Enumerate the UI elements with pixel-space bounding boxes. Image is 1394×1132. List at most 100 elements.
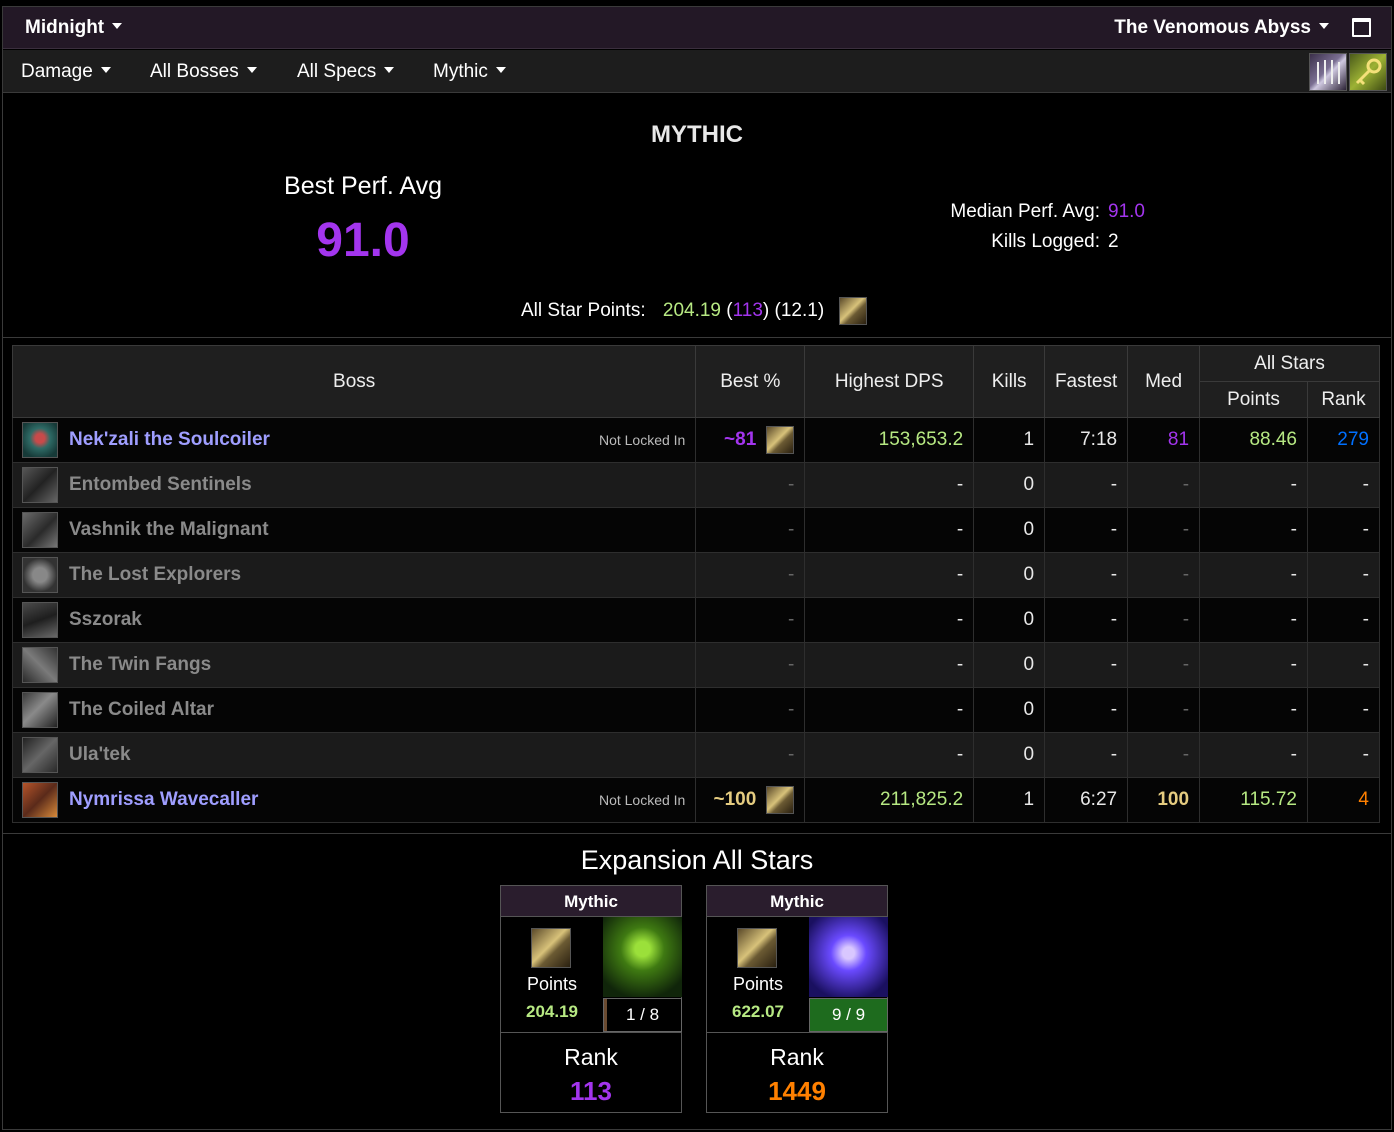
kills-cell: 0 [973, 732, 1046, 778]
table-row[interactable]: Entombed Sentinels - - 0 - - - - [11, 462, 1381, 508]
points-cell: - [1199, 597, 1308, 643]
median-perf-label: Median Perf. Avg: [950, 201, 1100, 222]
locked-status: Not Locked In [598, 792, 686, 808]
boss-name-link[interactable]: The Coiled Altar [69, 699, 214, 720]
col-points[interactable]: Points [1199, 381, 1308, 418]
kills-cell: 0 [973, 687, 1046, 733]
expansion-dropdown[interactable]: Midnight [25, 17, 123, 39]
best-percent-cell: - [695, 597, 806, 643]
progress-bar: 1 / 8 [603, 998, 682, 1032]
best-percent-cell: - [695, 507, 806, 553]
chevron-down-icon [384, 66, 395, 73]
fastest-cell: - [1044, 687, 1129, 733]
col-kills[interactable]: Kills [973, 345, 1046, 418]
fastest-cell: - [1044, 642, 1129, 688]
expansion-label: Midnight [25, 17, 105, 38]
col-fastest[interactable]: Fastest [1044, 345, 1129, 418]
table-row[interactable]: Ula'tek - - 0 - - - - [11, 732, 1381, 778]
boss-cell: Nymrissa Wavecaller Not Locked In [11, 777, 697, 823]
col-dps[interactable]: Highest DPS [804, 345, 975, 418]
table-row[interactable]: Nek'zali the Soulcoiler Not Locked In ~8… [11, 417, 1381, 463]
difficulty-dropdown[interactable]: Mythic [433, 61, 506, 83]
rank-cell[interactable]: 279 [1306, 417, 1381, 463]
boss-cell: Entombed Sentinels [11, 462, 697, 508]
boss-name-link[interactable]: Nymrissa Wavecaller [69, 789, 258, 810]
boss-name-link[interactable]: Sszorak [69, 609, 142, 630]
zone-image [809, 917, 888, 997]
table-row[interactable]: The Lost Explorers - - 0 - - - - [11, 552, 1381, 598]
boss-name-link[interactable]: The Lost Explorers [69, 564, 241, 585]
key-icon[interactable] [1349, 53, 1387, 91]
divider [3, 337, 1391, 338]
rank-cell: - [1306, 732, 1381, 778]
table-row[interactable]: The Twin Fangs - - 0 - - - - [11, 642, 1381, 688]
boss-portrait-icon [22, 467, 58, 503]
highest-dps-cell: - [804, 687, 975, 733]
zone-image [603, 917, 682, 997]
all-star-points: All Star Points: 204.19 (113) (12.1) [521, 297, 868, 325]
metric-dropdown[interactable]: Damage [21, 61, 111, 83]
boss-cell: Ula'tek [11, 732, 697, 778]
table-row[interactable]: Vashnik the Malignant - - 0 - - - - [11, 507, 1381, 553]
table-row[interactable]: The Coiled Altar - - 0 - - - - [11, 687, 1381, 733]
boss-name-link[interactable]: Ula'tek [69, 744, 131, 765]
rankings-panel: Midnight The Venomous Abyss Damage All B… [2, 6, 1392, 1130]
rank-cell: - [1306, 597, 1381, 643]
col-all-stars: All Stars [1199, 345, 1380, 382]
rank-cell[interactable]: 4 [1306, 777, 1381, 823]
boss-cell: Nek'zali the Soulcoiler Not Locked In [11, 417, 697, 463]
expansion-card[interactable]: Mythic Points 622.07 9 / 9 Rank 1449 [706, 885, 888, 1113]
highest-dps-cell: - [804, 597, 975, 643]
rank-cell: - [1306, 462, 1381, 508]
boss-portrait-icon [22, 737, 58, 773]
fastest-cell: 6:27 [1044, 777, 1129, 823]
fastest-cell: 7:18 [1044, 417, 1129, 463]
boss-portrait-icon [22, 692, 58, 728]
rank-cell: - [1306, 642, 1381, 688]
best-perf-value: 91.0 [316, 214, 410, 267]
rank-value: 113 [570, 1076, 612, 1106]
expansion-card[interactable]: Mythic Points 204.19 1 / 8 Rank 113 [500, 885, 682, 1113]
median-cell: - [1127, 597, 1201, 643]
maximize-icon[interactable] [1352, 18, 1371, 37]
zone-dropdown[interactable]: The Venomous Abyss [1114, 17, 1329, 39]
boss-name-link[interactable]: The Twin Fangs [69, 654, 211, 675]
fastest-cell: - [1044, 552, 1129, 598]
boss-name-link[interactable]: Entombed Sentinels [69, 474, 252, 495]
highest-dps-cell: 153,653.2 [804, 417, 975, 463]
median-cell: 81 [1127, 417, 1201, 463]
points-label: Points [526, 974, 578, 994]
best-perf-label: Best Perf. Avg [284, 172, 442, 200]
boss-name-link[interactable]: Nek'zali the Soulcoiler [69, 429, 270, 450]
bosses-dropdown[interactable]: All Bosses [150, 61, 257, 83]
col-rank[interactable]: Rank [1306, 381, 1381, 418]
points-cell: 88.46 [1199, 417, 1308, 463]
points-cell: - [1199, 462, 1308, 508]
highest-dps-cell: - [804, 642, 975, 688]
card-difficulty: Mythic [501, 886, 681, 917]
metric-label: Damage [21, 61, 93, 82]
specs-label: All Specs [297, 61, 377, 82]
col-med[interactable]: Med [1127, 345, 1201, 418]
boss-portrait-icon [22, 557, 58, 593]
median-cell: - [1127, 732, 1201, 778]
median-cell: - [1127, 552, 1201, 598]
boss-name-link[interactable]: Vashnik the Malignant [69, 519, 269, 540]
table-row[interactable]: Sszorak - - 0 - - - - [11, 597, 1381, 643]
median-cell: - [1127, 687, 1201, 733]
class-spec-icon[interactable] [1309, 53, 1347, 91]
star-points-value: 204.19 [662, 300, 722, 322]
kills-logged-value: 2 [1108, 231, 1119, 252]
boss-portrait-icon [22, 422, 58, 458]
star-points-icon [839, 297, 868, 325]
median-stats: Median Perf. Avg: 91.0 Kills Logged: 2 [943, 201, 1145, 261]
best-percent-cell: ~100 [695, 777, 806, 823]
points-value: 622.07 [732, 1002, 784, 1021]
specs-dropdown[interactable]: All Specs [297, 61, 395, 83]
points-cell: - [1199, 687, 1308, 733]
table-row[interactable]: Nymrissa Wavecaller Not Locked In ~100 2… [11, 777, 1381, 823]
col-best[interactable]: Best % [695, 345, 806, 418]
boss-cell: Vashnik the Malignant [11, 507, 697, 553]
col-boss[interactable]: Boss [11, 345, 697, 418]
divider [707, 1032, 887, 1033]
